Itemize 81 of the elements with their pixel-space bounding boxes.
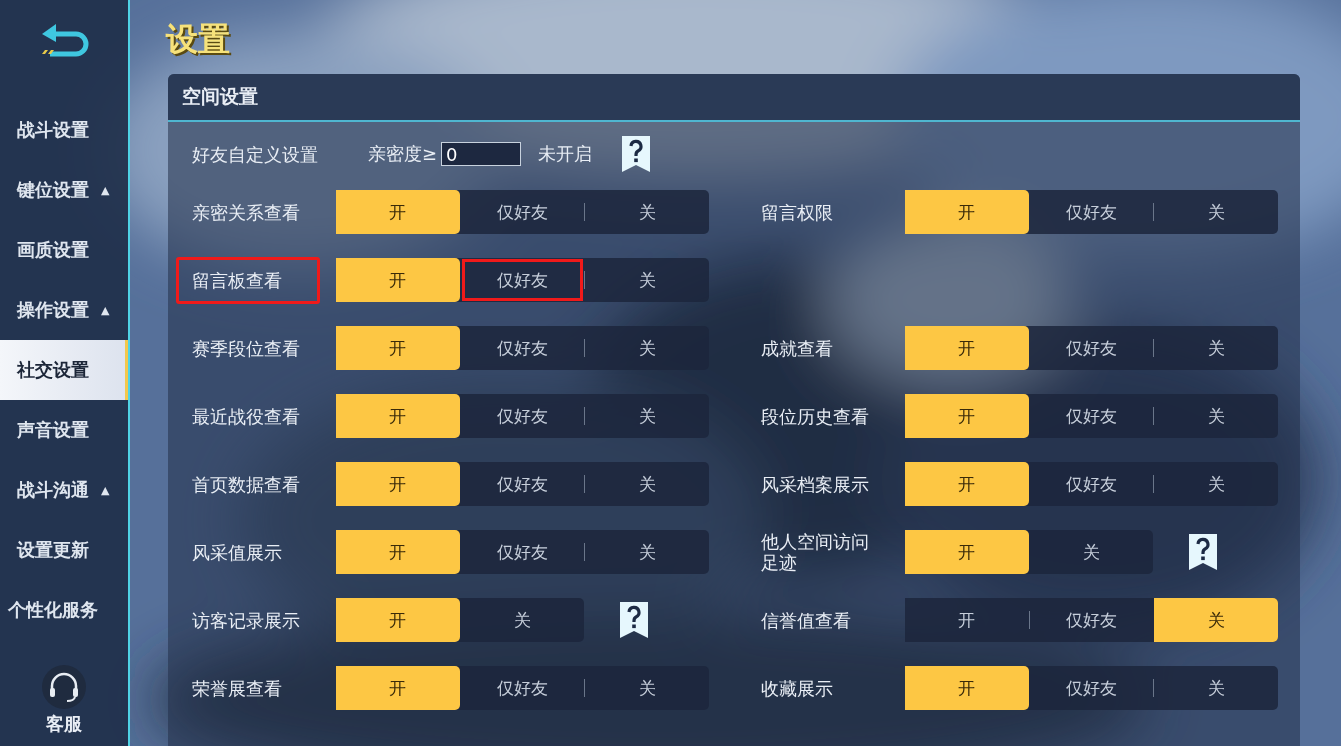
option-button[interactable]: 开 xyxy=(336,666,460,710)
option-button[interactable]: 开 xyxy=(336,462,460,506)
setting-label: 留言权限 xyxy=(760,200,834,225)
option-button[interactable]: 开 xyxy=(905,598,1029,642)
intimacy-input[interactable]: 0 xyxy=(441,142,522,166)
option-button[interactable]: 仅好友 xyxy=(1029,394,1154,438)
setting-label: 留言板查看 xyxy=(176,256,320,304)
panel-title: 空间设置 xyxy=(182,84,258,109)
page-title: 设置 xyxy=(166,19,231,60)
option-button[interactable]: 关 xyxy=(1154,190,1278,234)
option-button[interactable]: 开 xyxy=(905,326,1029,370)
option-button[interactable]: 关 xyxy=(1154,666,1278,710)
option-button[interactable]: 仅好友 xyxy=(1029,462,1154,506)
caret-icon: ▲ xyxy=(101,483,110,497)
option-button[interactable]: 仅好友 xyxy=(1029,598,1154,642)
sidebar-item[interactable]: 个性化服务 xyxy=(0,580,128,640)
help-icon[interactable] xyxy=(622,136,651,172)
option-button[interactable]: 关 xyxy=(1029,530,1153,574)
option-button[interactable]: 仅好友 xyxy=(1029,190,1154,234)
setting-label: 首页数据查看 xyxy=(191,472,301,497)
caret-icon: ▲ xyxy=(101,183,110,197)
option-button[interactable]: 关 xyxy=(1154,462,1278,506)
option-button[interactable]: 开 xyxy=(905,190,1029,234)
setting-label: 段位历史查看 xyxy=(760,404,870,429)
setting-label: 成就查看 xyxy=(760,336,834,361)
option-button[interactable]: 仅好友 xyxy=(460,394,585,438)
sidebar-item[interactable]: 战斗设置 xyxy=(0,100,128,160)
option-button[interactable]: 关 xyxy=(585,190,709,234)
option-button[interactable]: 关 xyxy=(460,598,584,642)
option-button[interactable]: 仅好友 xyxy=(460,326,585,370)
setting-label: 荣誉展查看 xyxy=(191,676,283,701)
headset-icon[interactable] xyxy=(41,664,87,710)
option-button[interactable]: 开 xyxy=(905,666,1029,710)
sidebar-item[interactable]: 社交设置 xyxy=(0,340,128,400)
option-button[interactable]: 仅好友 xyxy=(1029,326,1154,370)
sidebar-item[interactable]: 键位设置 ▲ xyxy=(0,160,128,220)
option-button[interactable]: 关 xyxy=(585,258,709,302)
option-button[interactable]: 仅好友 xyxy=(460,666,585,710)
option-button[interactable]: 开 xyxy=(336,394,460,438)
option-button[interactable]: 开 xyxy=(336,190,460,234)
setting-label: 风采值展示 xyxy=(191,540,283,565)
setting-label: 赛季段位查看 xyxy=(191,336,301,361)
option-button[interactable]: 关 xyxy=(1154,326,1278,370)
option-button[interactable]: 开 xyxy=(905,394,1029,438)
option-button[interactable]: 开 xyxy=(336,598,460,642)
setting-label: 亲密关系查看 xyxy=(191,200,301,225)
option-button[interactable]: 仅好友 xyxy=(460,462,585,506)
option-button[interactable]: 仅好友 xyxy=(460,530,585,574)
option-button[interactable]: 仅好友 xyxy=(460,258,585,302)
option-button[interactable]: 关 xyxy=(585,394,709,438)
option-button[interactable]: 关 xyxy=(585,326,709,370)
sidebar-item[interactable]: 声音设置 xyxy=(0,400,128,460)
support-label[interactable]: 客服 xyxy=(46,712,82,736)
setting-label: 信誉值查看 xyxy=(760,608,852,633)
option-button[interactable]: 仅好友 xyxy=(460,190,585,234)
option-button[interactable]: 关 xyxy=(1154,394,1278,438)
option-button[interactable]: 开 xyxy=(905,530,1029,574)
option-button[interactable]: 关 xyxy=(585,462,709,506)
setting-label: 收藏展示 xyxy=(760,676,834,701)
setting-label: 他人空间访问足迹 xyxy=(760,530,870,575)
option-button[interactable]: 开 xyxy=(336,326,460,370)
option-button[interactable]: 开 xyxy=(336,530,460,574)
setting-label: 最近战役查看 xyxy=(191,404,301,429)
intimacy-label: 亲密度≥ xyxy=(368,142,438,166)
option-button[interactable]: 仅好友 xyxy=(1029,666,1154,710)
option-button[interactable]: 开 xyxy=(336,258,460,302)
sidebar-item[interactable]: 战斗沟通 ▲ xyxy=(0,460,128,520)
setting-label: 访客记录展示 xyxy=(191,608,301,633)
option-button[interactable]: 开 xyxy=(905,462,1029,506)
sidebar-item[interactable]: 设置更新 xyxy=(0,520,128,580)
setting-label: 好友自定义设置 xyxy=(191,142,319,167)
help-icon[interactable] xyxy=(620,602,648,638)
status-text: 未开启 xyxy=(538,142,593,166)
option-button[interactable]: 关 xyxy=(585,666,709,710)
help-icon[interactable] xyxy=(1189,534,1217,570)
option-button[interactable]: 关 xyxy=(1154,598,1278,642)
sidebar-item[interactable]: 操作设置 ▲ xyxy=(0,280,128,340)
setting-label: 风采档案展示 xyxy=(760,472,870,497)
caret-icon: ▲ xyxy=(101,303,110,317)
option-button[interactable]: 关 xyxy=(585,530,709,574)
sidebar-item[interactable]: 画质设置 xyxy=(0,220,128,280)
